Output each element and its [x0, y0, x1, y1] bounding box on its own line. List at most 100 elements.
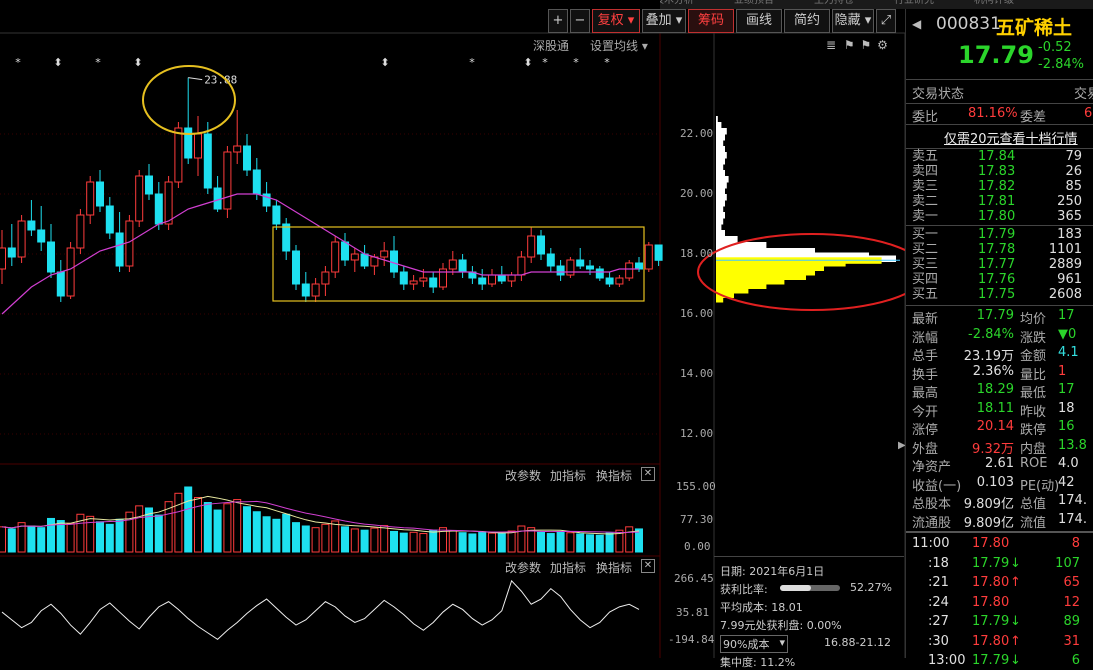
sell-order-price[interactable]: 17.81: [978, 195, 1015, 209]
top-menu-item[interactable]: 机构评级: [974, 0, 1014, 6]
vol-switch-indicator[interactable]: 换指标: [596, 467, 632, 484]
volume-bar: [595, 534, 604, 553]
price-axis-label: 16.00: [680, 307, 714, 320]
candle-body: [478, 277, 487, 285]
candle-body: [194, 133, 202, 159]
gear-icon[interactable]: ⚙: [877, 38, 888, 52]
candle-body: [135, 175, 144, 222]
candle-body: [390, 250, 398, 273]
buy-order-price[interactable]: 17.79: [978, 228, 1015, 242]
chart-sub-bar: 深股通 设置均线 ▾: [0, 35, 655, 55]
volume-bar: [497, 533, 506, 553]
candle-body: [429, 277, 438, 288]
volume-bar: [468, 533, 477, 553]
candle-body: [27, 220, 36, 231]
oscillator-line: [1, 579, 640, 641]
chip-bar: [716, 158, 725, 165]
index-link[interactable]: 深股通: [533, 37, 569, 54]
quote-label: 量比: [1020, 367, 1047, 383]
chip-bar: [716, 296, 724, 303]
volume-bar: [507, 530, 516, 553]
candle-body: [341, 241, 349, 261]
quote-value: 23.19万: [963, 349, 1014, 364]
vol-edit-params[interactable]: 改参数: [505, 467, 541, 484]
chips-button[interactable]: 筹码: [688, 9, 734, 33]
volume-bar: [321, 523, 330, 553]
hide-button[interactable]: 隐藏 ▾: [832, 9, 874, 33]
level10-promo-link[interactable]: 仅需20元查看十档行情: [944, 128, 1078, 147]
volume-bar: [27, 525, 36, 553]
chevron-down-icon: ▾: [671, 13, 683, 28]
cost-select[interactable]: 90%成本 ▾: [720, 635, 788, 653]
vol-add-indicator[interactable]: 加指标: [550, 467, 586, 484]
quote-label: 外盘: [912, 441, 939, 457]
candle-body: [556, 265, 565, 276]
volume-bar: [135, 505, 144, 553]
weicha-value: 6: [1084, 106, 1093, 121]
buy-order-price[interactable]: 17.75: [978, 288, 1015, 302]
drawline-button[interactable]: 画线: [736, 9, 782, 33]
expand-icon[interactable]: ⤢: [876, 9, 896, 33]
volume-bar: [399, 532, 408, 553]
sell-order-price[interactable]: 17.80: [978, 210, 1015, 224]
candle-body: [252, 169, 261, 195]
simple-mode-button[interactable]: 简约: [784, 9, 830, 33]
candle-body: [448, 259, 457, 270]
sell-order-label: 卖四: [912, 164, 939, 179]
candle-body: [497, 274, 506, 282]
sell-order-price[interactable]: 17.83: [978, 165, 1015, 179]
quote-value: 9.32万: [972, 441, 1014, 457]
back-icon[interactable]: ◀: [912, 17, 921, 31]
sell-order-vol: 26: [1065, 164, 1082, 179]
event-marker: ⬍: [380, 56, 389, 69]
high-pointer: [188, 77, 203, 81]
volume-bar: [390, 530, 398, 553]
ind-axis-top: 266.45: [674, 572, 714, 585]
sell-order-price[interactable]: 17.84: [978, 150, 1015, 164]
list-icon[interactable]: ≣: [826, 38, 836, 52]
volume-bar: [184, 486, 193, 553]
quote-label: 金额: [1020, 349, 1047, 364]
candle-body: [605, 277, 614, 285]
volume-bar: [301, 525, 310, 553]
tick-volume: 89: [1063, 614, 1080, 629]
ind-switch-indicator[interactable]: 换指标: [596, 559, 632, 576]
ind-add-indicator[interactable]: 加指标: [550, 559, 586, 576]
close-icon[interactable]: ✕: [641, 467, 655, 481]
tick-volume: 12: [1063, 594, 1080, 610]
quote-value: 174.: [1058, 493, 1087, 508]
sell-order-price[interactable]: 17.82: [978, 180, 1015, 194]
fuquan-button[interactable]: 复权 ▾: [592, 9, 640, 33]
overlay-button[interactable]: 叠加 ▾: [642, 9, 686, 33]
tick-price: 17.80: [972, 594, 1010, 610]
chip-bar: [716, 212, 725, 219]
close-icon[interactable]: ✕: [641, 559, 655, 573]
candle-body: [595, 268, 604, 279]
candle-body: [488, 274, 496, 285]
quote-value: 18.11: [976, 400, 1014, 416]
candle-body: [458, 259, 467, 273]
flag-icon[interactable]: ⚑: [844, 38, 855, 52]
candle-body: [419, 277, 428, 282]
zoom-in-button[interactable]: +: [548, 9, 568, 33]
sell-order-label: 卖五: [912, 149, 939, 164]
volume-bar: [605, 532, 614, 553]
buy-order-price[interactable]: 17.76: [978, 273, 1015, 287]
buy-order-price[interactable]: 17.77: [978, 258, 1015, 272]
tick-volume: 65: [1063, 575, 1080, 590]
candle-body: [586, 265, 594, 270]
quote-label: 内盘: [1020, 441, 1047, 457]
ma-setting-button[interactable]: 设置均线 ▾: [590, 37, 648, 54]
chip-bar: [716, 230, 725, 237]
stock-change: -0.52: [1038, 40, 1072, 55]
sell-order-vol: 365: [1057, 209, 1082, 224]
collapse-handle[interactable]: ▶: [898, 440, 906, 480]
buy-order-price[interactable]: 17.78: [978, 243, 1015, 257]
ind-edit-params[interactable]: 改参数: [505, 559, 541, 576]
buy-order-label: 买二: [912, 242, 939, 257]
flag-alt-icon[interactable]: ⚑: [860, 38, 871, 52]
zoom-out-button[interactable]: −: [570, 9, 590, 33]
candle-body: [105, 205, 114, 234]
quote-label: 流值: [1020, 515, 1047, 531]
candle-body: [360, 253, 369, 267]
